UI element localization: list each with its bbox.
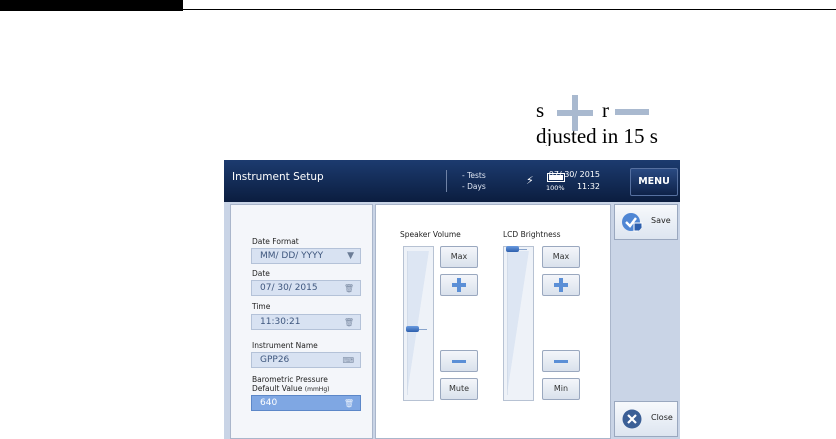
lcd-min-button[interactable]: Min (542, 378, 580, 400)
minus-icon (554, 360, 568, 363)
menu-button[interactable]: MENU (630, 168, 678, 196)
document-header-tab (0, 0, 183, 11)
date-format-label: Date Format (252, 237, 299, 246)
status-date: 07/ 30/ 2015 (548, 170, 600, 179)
lcd-increase-button[interactable] (542, 274, 580, 296)
speaker-volume-label: Speaker Volume (400, 230, 461, 239)
doc-text-fragment-r: r (602, 98, 609, 122)
battery-percent: 100% (546, 184, 565, 192)
plus-icon (554, 278, 568, 292)
settings-panel: Date Format MM/ DD/ YYYY ▼ Date 07/ 30/ … (230, 204, 373, 439)
clear-icon[interactable]: 🗑 (344, 284, 354, 293)
instrument-name-label: Instrument Name (252, 341, 318, 350)
barometric-pressure-label: Barometric Pressure (252, 375, 328, 384)
doc-text-fragment-s: s (536, 98, 545, 122)
barometric-pressure-value: 640 (260, 398, 278, 408)
speaker-volume-track (407, 251, 429, 395)
speaker-increase-button[interactable] (440, 274, 478, 296)
speaker-volume-thumb[interactable] (406, 325, 419, 332)
time-field[interactable]: 11:30:21 🗑 (251, 314, 361, 330)
date-format-select[interactable]: MM/ DD/ YYYY ▼ (251, 248, 361, 264)
save-label: Save (651, 216, 671, 225)
barometric-default-text: Default Value (252, 384, 303, 393)
save-button[interactable]: Save (614, 204, 678, 240)
time-label: Time (252, 302, 271, 311)
document-header-rule (183, 9, 836, 10)
doc-text-line: djusted in 15 s (536, 126, 658, 146)
adjustments-panel: Speaker Volume LCD Brightness Max Mute M… (375, 204, 611, 439)
status-time: 11:32 (576, 182, 600, 191)
close-icon (622, 409, 642, 429)
days-remaining: - Days (462, 182, 486, 191)
lcd-decrease-button[interactable] (542, 350, 580, 372)
close-label: Close (651, 413, 673, 422)
date-field[interactable]: 07/ 30/ 2015 🗑 (251, 280, 361, 296)
instrument-name-field[interactable]: GPP26 ⌨ (251, 352, 361, 368)
header-divider (446, 170, 447, 192)
speaker-max-button[interactable]: Max (440, 246, 478, 268)
clear-icon[interactable]: 🗑 (344, 399, 354, 408)
keyboard-icon[interactable]: ⌨ (342, 356, 354, 365)
time-value: 11:30:21 (260, 317, 301, 327)
speaker-decrease-button[interactable] (440, 350, 478, 372)
instrument-name-value: GPP26 (260, 355, 290, 365)
instrument-setup-screen: Instrument Setup - Tests - Days ⚡ 100% 0… (224, 160, 680, 439)
clear-icon[interactable]: 🗑 (344, 318, 354, 327)
barometric-default-label: Default Value (mmHg) (252, 384, 329, 393)
speaker-mute-button[interactable]: Mute (440, 378, 478, 400)
screen-title: Instrument Setup (232, 171, 324, 183)
barometric-unit: (mmHg) (304, 386, 330, 393)
date-value: 07/ 30/ 2015 (260, 283, 318, 293)
tests-remaining: - Tests (462, 171, 486, 180)
date-format-value: MM/ DD/ YYYY (260, 251, 324, 261)
minus-icon (452, 360, 466, 363)
lcd-brightness-label: LCD Brightness (503, 230, 561, 239)
plus-icon (452, 278, 466, 292)
speaker-volume-slider[interactable] (403, 246, 434, 401)
header-bar: Instrument Setup - Tests - Days ⚡ 100% 0… (224, 160, 680, 202)
close-button[interactable]: Close (614, 401, 678, 437)
lcd-max-button[interactable]: Max (542, 246, 580, 268)
date-label: Date (252, 269, 270, 278)
lcd-brightness-track (507, 251, 529, 395)
save-icon (622, 213, 643, 232)
dropdown-arrow-icon: ▼ (347, 251, 354, 261)
minus-icon (615, 109, 649, 115)
lcd-brightness-slider[interactable] (503, 246, 534, 401)
barometric-pressure-field[interactable]: 640 🗑 (251, 395, 361, 411)
lcd-brightness-thumb[interactable] (506, 246, 519, 252)
plug-icon: ⚡ (526, 174, 534, 187)
